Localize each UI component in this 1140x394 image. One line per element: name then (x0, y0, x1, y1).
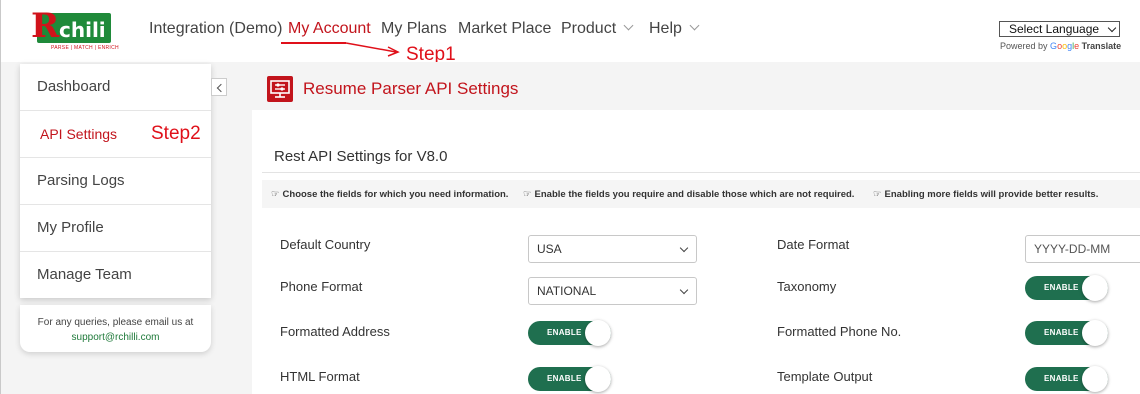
sidebar-nav: Dashboard API Settings Parsing Logs My P… (20, 64, 211, 298)
page-title: Resume Parser API Settings (303, 79, 519, 98)
formatted-phone-label: Formatted Phone No. (777, 324, 902, 339)
template-output-toggle[interactable]: ENABLE (1025, 366, 1108, 392)
phone-format-label: Phone Format (280, 279, 363, 294)
hint-text: Choose the fields for which you need inf… (282, 189, 509, 200)
taxonomy-label: Taxonomy (777, 279, 837, 294)
formatted-address-label: Formatted Address (280, 324, 390, 339)
hand-pointer-icon: ☞ (523, 189, 532, 200)
date-format-placeholder: YYYY-DD-MM (1034, 242, 1111, 256)
date-format-input[interactable]: YYYY-DD-MM (1025, 235, 1140, 263)
toggle-state-label: ENABLE (1044, 283, 1079, 292)
taxonomy-toggle[interactable]: ENABLE (1025, 275, 1108, 301)
hint-text: Enable the fields you require and disabl… (534, 189, 855, 200)
sidebar-item-my-profile[interactable]: My Profile (20, 205, 211, 252)
html-format-toggle[interactable]: ENABLE (528, 366, 611, 392)
sidebar-item-dashboard[interactable]: Dashboard (20, 64, 211, 111)
default-country-label: Default Country (280, 237, 371, 252)
hand-pointer-icon: ☞ (873, 189, 882, 200)
hint-text: Enabling more fields will provide better… (884, 189, 1099, 200)
toggle-knob (585, 320, 611, 346)
template-output-label: Template Output (777, 369, 873, 384)
settings-monitor-icon (267, 76, 293, 102)
toggle-knob (585, 366, 611, 392)
hint-item: ☞ Enabling more fields will provide bette… (873, 189, 1098, 200)
support-email-link[interactable]: support@rchilli.com (20, 330, 211, 345)
step2-label: Step2 (151, 123, 201, 144)
default-country-value: USA (537, 242, 562, 256)
support-box: For any queries, please email us at supp… (20, 305, 211, 352)
formatted-address-toggle[interactable]: ENABLE (528, 320, 611, 346)
html-format-label: HTML Format (280, 369, 360, 384)
toggle-state-label: ENABLE (547, 374, 582, 383)
hint-item: ☞ Choose the fields for which you need in… (271, 189, 508, 200)
default-country-select[interactable]: USA (528, 235, 697, 263)
toggle-knob (1082, 275, 1108, 301)
chevron-down-icon (679, 285, 689, 295)
toggle-knob (1082, 366, 1108, 392)
toggle-state-label: ENABLE (1044, 328, 1079, 337)
phone-format-value: NATIONAL (537, 284, 597, 298)
toggle-state-label: ENABLE (547, 328, 582, 337)
phone-format-select[interactable]: NATIONAL (528, 277, 697, 305)
chevron-left-icon (216, 83, 226, 93)
toggle-knob (1082, 320, 1108, 346)
sidebar-item-manage-team[interactable]: Manage Team (20, 252, 211, 299)
section-title: Rest API Settings for V8.0 (274, 148, 448, 165)
sidebar-item-parsing-logs[interactable]: Parsing Logs (20, 158, 211, 205)
section-divider (262, 172, 1140, 173)
date-format-label: Date Format (777, 237, 850, 252)
toggle-state-label: ENABLE (1044, 374, 1079, 383)
hand-pointer-icon: ☞ (271, 189, 280, 200)
support-text: For any queries, please email us at (37, 317, 194, 328)
formatted-phone-toggle[interactable]: ENABLE (1025, 320, 1108, 346)
hint-item: ☞ Enable the fields you require and disab… (523, 189, 854, 200)
chevron-down-icon (679, 243, 689, 253)
sidebar-collapse-button[interactable] (211, 78, 227, 96)
